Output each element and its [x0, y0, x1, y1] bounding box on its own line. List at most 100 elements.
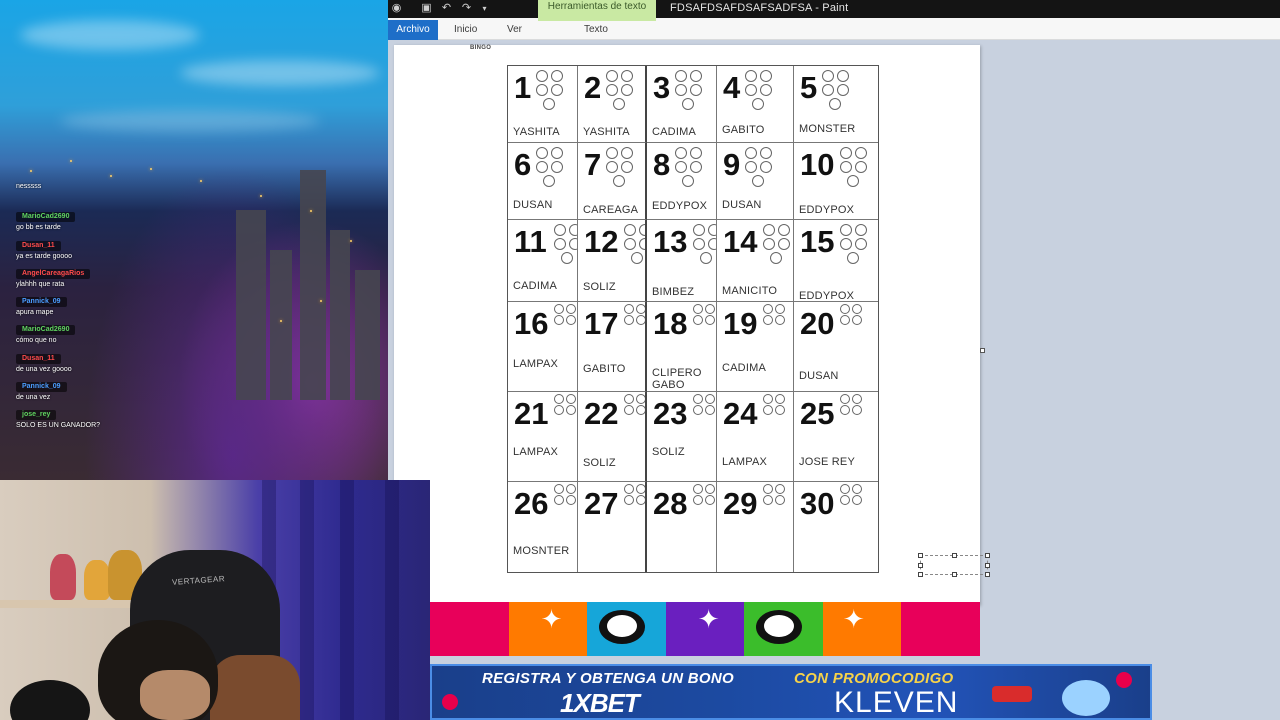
bingo-number: 11: [514, 224, 547, 259]
player-name: MOSNTER: [513, 545, 570, 557]
cloud: [60, 110, 320, 132]
resize-handle[interactable]: [952, 553, 957, 558]
bingo-number: 22: [584, 396, 619, 431]
tab-archivo[interactable]: Archivo: [388, 20, 438, 40]
streamer-jacket: [210, 655, 300, 720]
resize-handle[interactable]: [918, 553, 923, 558]
bingo-cell: 25 JOSE REY: [794, 392, 878, 482]
chat-username: Pannick_09: [16, 297, 67, 308]
banner-stripe: ✦: [508, 602, 588, 656]
player-name: GABITO: [722, 124, 765, 136]
banner-stripe: [587, 602, 666, 656]
player-name: SOLIZ: [583, 457, 616, 469]
bingo-number: 28: [653, 486, 688, 521]
chat-username: MarioCad2690: [16, 212, 76, 223]
chat-text: nesssss: [16, 183, 42, 190]
player-name: MANICITO: [722, 285, 778, 297]
resize-handle[interactable]: [918, 572, 923, 577]
bingo-cell: 23 SOLIZ: [647, 392, 717, 482]
player-name: SOLIZ: [583, 281, 616, 293]
chat-username: Dusan_11: [16, 240, 61, 251]
chat-message: Dusan_11 de una vez goooo: [16, 347, 261, 373]
heart-icon: [442, 694, 458, 710]
resize-handle[interactable]: [985, 563, 990, 568]
player-name: MONSTER: [799, 123, 856, 135]
player-name: DUSAN: [722, 199, 762, 211]
bingo-number: 21: [514, 396, 549, 431]
bingo-cell: 16 LAMPAX: [508, 302, 578, 392]
resize-handle[interactable]: [985, 553, 990, 558]
player-name: GABITO: [583, 363, 626, 375]
game-banner-overlay: ✦ ✦ ✦: [430, 602, 980, 656]
banner-stripe: ✦: [665, 602, 745, 656]
sparkle-icon: ✦: [697, 604, 720, 634]
brand-suffix: BET: [589, 688, 640, 718]
player-name: CLIPERO GABO: [652, 367, 702, 391]
tab-inicio[interactable]: Inicio: [454, 20, 477, 40]
curtain-fold: [340, 480, 354, 720]
bingo-cell: 13 BIMBEZ: [647, 220, 717, 302]
text-selection-box[interactable]: [918, 553, 990, 577]
paint-canvas[interactable]: BINGO 1 YASHITA 2 YASHITA 3 CADIMA 4 GABITO 5 MON…: [394, 45, 990, 605]
building: [270, 250, 292, 400]
bingo-cell: 3 CADIMA: [647, 66, 717, 143]
bingo-cell: 5 MONSTER: [794, 66, 878, 143]
player-name: EDDYPOX: [799, 204, 855, 216]
player-name: DUSAN: [513, 199, 553, 211]
chat-message: Pannick_09 apura mape: [16, 290, 261, 316]
bingo-cell: 7 CAREAGA: [578, 143, 647, 220]
player-name: SOLIZ: [652, 446, 685, 458]
figurine: [50, 554, 76, 600]
bingo-number: 20: [800, 306, 835, 341]
bingo-cell: 6 DUSAN: [508, 143, 578, 220]
player-name: BIMBEZ: [652, 286, 695, 298]
window-title: FDSAFDSAFDSAFSADFSA - Paint: [670, 2, 849, 14]
customize-dropdown-icon[interactable]: ▾: [478, 2, 491, 15]
bingo-number: 9: [723, 147, 741, 182]
chat-message: MarioCad2690 go bb es tarde: [16, 205, 261, 231]
city-light: [30, 170, 32, 172]
bingo-number: 18: [653, 306, 688, 341]
hole-icon: [599, 610, 646, 644]
bingo-cell: 24 LAMPAX: [717, 392, 794, 482]
bingo-cell: 27: [578, 482, 647, 572]
bingo-number: 16: [514, 306, 549, 341]
ribbon-tabs: Archivo Inicio Ver Texto: [388, 18, 1280, 40]
building: [300, 170, 326, 400]
player-name: YASHITA: [583, 126, 630, 138]
player-name: LAMPAX: [513, 358, 559, 370]
city-light: [310, 210, 312, 212]
city-light: [320, 300, 322, 302]
tab-texto[interactable]: Texto: [584, 20, 608, 40]
chat-text: apura mape: [16, 309, 54, 317]
bingo-number: 5: [800, 70, 818, 105]
chat-message: AngelCareagaRios ylahhh que rata: [16, 262, 261, 288]
bingo-number: 8: [653, 147, 671, 182]
resize-handle[interactable]: [918, 563, 923, 568]
bingo-cell: 19 CADIMA: [717, 302, 794, 392]
player-name: LAMPAX: [513, 446, 559, 458]
bingo-number: 6: [514, 147, 532, 182]
bingo-cell: 10 EDDYPOX: [794, 143, 878, 220]
save-icon[interactable]: ▣: [420, 2, 433, 15]
hole-icon: [756, 610, 803, 644]
chat-text: ya es tarde goooo: [16, 252, 73, 260]
resize-handle[interactable]: [985, 572, 990, 577]
paint-app-icon[interactable]: ◉: [390, 2, 403, 15]
bingo-number: 3: [653, 70, 671, 105]
resize-handle[interactable]: [952, 572, 957, 577]
redo-icon[interactable]: ↷: [460, 2, 473, 15]
bingo-number: 29: [723, 486, 758, 521]
cloud: [180, 60, 380, 86]
bingo-cell: 2 YASHITA: [578, 66, 647, 143]
sparkle-icon: ✦: [842, 604, 865, 634]
bingo-cell: 1 YASHITA: [508, 66, 578, 143]
player-name: EDDYPOX: [652, 200, 708, 212]
undo-icon[interactable]: ↶: [440, 2, 453, 15]
bingo-cell: 4 GABITO: [717, 66, 794, 143]
paint-titlebar: ◉ ▣ ↶ ↷ ▾ Herramientas de texto FDSAFDSA…: [388, 0, 1280, 18]
tab-ver[interactable]: Ver: [507, 20, 522, 40]
bingo-number: 25: [800, 396, 835, 431]
city-light: [350, 240, 352, 242]
canvas-resize-handle[interactable]: [980, 348, 985, 353]
